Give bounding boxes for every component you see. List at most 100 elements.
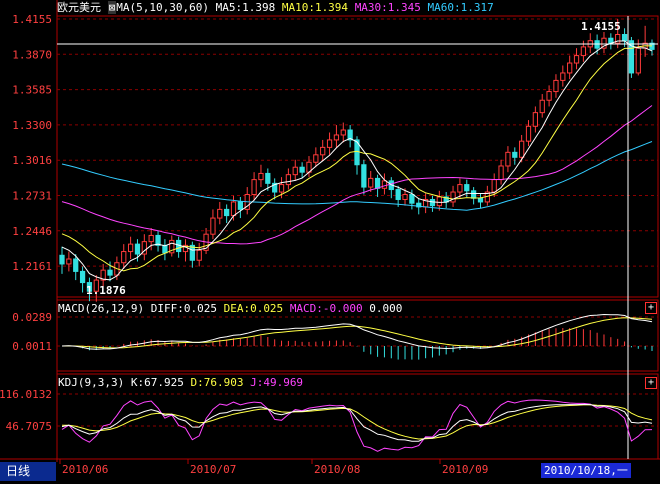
macd-dea-value: DEA:0.025: [223, 302, 284, 315]
candle-body: [539, 99, 545, 114]
price-tick-label: 1.2161: [12, 260, 52, 273]
candle-body: [230, 201, 237, 217]
macd-indicator-label: MACD(26,12,9): [58, 302, 145, 315]
macd-dea-line: [61, 317, 653, 349]
candle-body: [450, 191, 456, 203]
period-tab-daily[interactable]: 日线: [0, 462, 56, 481]
candle-body: [162, 244, 168, 254]
chart-window[interactable]: 1.4155 1.3870 1.3585 1.3300 1.3016 1.2731 1.24…: [0, 0, 660, 481]
candle-body: [471, 190, 477, 199]
candle-body: [121, 251, 127, 264]
candle-body: [567, 62, 573, 74]
kdj-k-value: K:67.925: [130, 376, 184, 389]
candle-body: [498, 165, 504, 181]
kdj-d-value: D:76.903: [190, 376, 244, 389]
x-tick-label: 2010/08: [314, 463, 360, 476]
candle-body: [381, 180, 388, 189]
price-tick-label: 1.3870: [12, 48, 52, 61]
candle-body: [237, 201, 243, 210]
candle-body: [374, 177, 381, 189]
candle-body: [73, 258, 79, 272]
candle-body: [251, 179, 257, 196]
candle-body: [457, 184, 463, 193]
candle-body: [258, 172, 264, 181]
ma60-value: MA60:1.317: [427, 1, 494, 14]
candle-body: [265, 172, 271, 184]
main-legend: 欧元美元 ⊠MA(5,10,30,60) MA5:1.398 MA10:1.39…: [57, 1, 494, 14]
ma10-value: MA10:1.394: [281, 1, 349, 14]
ma30-line: [61, 105, 653, 245]
candle-body: [505, 151, 511, 167]
candle-body: [361, 164, 367, 188]
candle-body: [210, 217, 216, 235]
candle-body: [429, 198, 436, 207]
candle-body: [491, 179, 497, 193]
candle-body: [560, 72, 566, 81]
candle-body: [395, 189, 401, 200]
candle-body: [532, 112, 538, 127]
switch-icon[interactable]: ⊠: [107, 1, 117, 14]
candle-body: [477, 197, 484, 203]
kdj-tick-label: 116.0132: [0, 388, 52, 401]
candle-body: [107, 269, 113, 276]
low-price-label: 1.1876: [86, 284, 126, 297]
cursor-date-label: 2010/10/18,一: [541, 463, 631, 478]
candle-body: [299, 166, 305, 173]
candle-body: [285, 174, 292, 186]
macd-tick-label: 0.0011: [12, 340, 52, 353]
candle-body: [224, 208, 230, 217]
kdj-indicator-label: KDJ(9,3,3): [58, 376, 125, 389]
price-tick-label: 1.3300: [12, 119, 52, 132]
candle-body: [464, 184, 470, 192]
candle-body: [553, 79, 559, 93]
candle-body: [546, 91, 552, 101]
macd-legend: MACD(26,12,9) DIFF:0.025 DEA:0.025 MACD:…: [58, 302, 402, 315]
x-tick-label: 2010/09: [442, 463, 488, 476]
ma5-value: MA5:1.398: [215, 1, 276, 14]
candle-body: [292, 166, 298, 176]
candle-body: [436, 196, 442, 207]
candle-body: [409, 194, 415, 204]
candle-body: [217, 208, 223, 219]
price-tick-label: 1.3585: [12, 84, 52, 97]
candle-body: [573, 55, 580, 64]
ma-indicator-label: MA(5,10,30,60): [116, 1, 209, 14]
instrument-name: 欧元美元: [57, 1, 101, 14]
candle-body: [340, 129, 346, 136]
ma30-value: MA30:1.345: [354, 1, 421, 14]
price-tick-label: 1.2446: [12, 225, 52, 238]
candle-body: [326, 139, 333, 148]
candle-body: [635, 47, 641, 74]
macd-extra-value: 0.000: [369, 302, 403, 315]
candle-body: [320, 146, 326, 156]
price-tick-label: 1.2731: [12, 190, 52, 203]
x-tick-label: 2010/07: [190, 463, 236, 476]
macd-expand-button[interactable]: +: [645, 302, 657, 314]
candle-body: [278, 184, 285, 193]
candle-body: [313, 154, 319, 163]
kdj-legend: KDJ(9,3,3) K:67.925 D:76.903 J:49.969: [58, 376, 303, 389]
candle-body: [519, 140, 525, 158]
chart-canvas[interactable]: 1.4155 1.3870 1.3585 1.3300 1.3016 1.2731 1.24…: [0, 0, 660, 481]
kdj-expand-button[interactable]: +: [645, 377, 657, 389]
candle-body: [333, 134, 340, 141]
candle-body: [512, 151, 518, 158]
kdj-j-value: J:49.969: [250, 376, 304, 389]
candle-body: [580, 46, 587, 57]
candle-body: [621, 34, 628, 42]
candle-body: [148, 234, 154, 243]
candle-body: [196, 249, 202, 261]
candle-body: [79, 270, 86, 284]
candle-body: [59, 254, 65, 265]
candle-body: [134, 243, 141, 255]
kdj-tick-label: 46.7075: [6, 420, 52, 433]
candle-body: [127, 243, 134, 253]
candle-body: [402, 194, 408, 200]
high-price-label: 1.4155: [581, 20, 621, 33]
macd-tick-label: 0.0289: [12, 311, 52, 324]
macd-value: MACD:-0.000: [289, 302, 363, 315]
candle-body: [525, 125, 532, 142]
candle-body: [66, 258, 72, 265]
kdj-k-line: [61, 403, 653, 442]
macd-diff-value: DIFF:0.025: [150, 302, 217, 315]
